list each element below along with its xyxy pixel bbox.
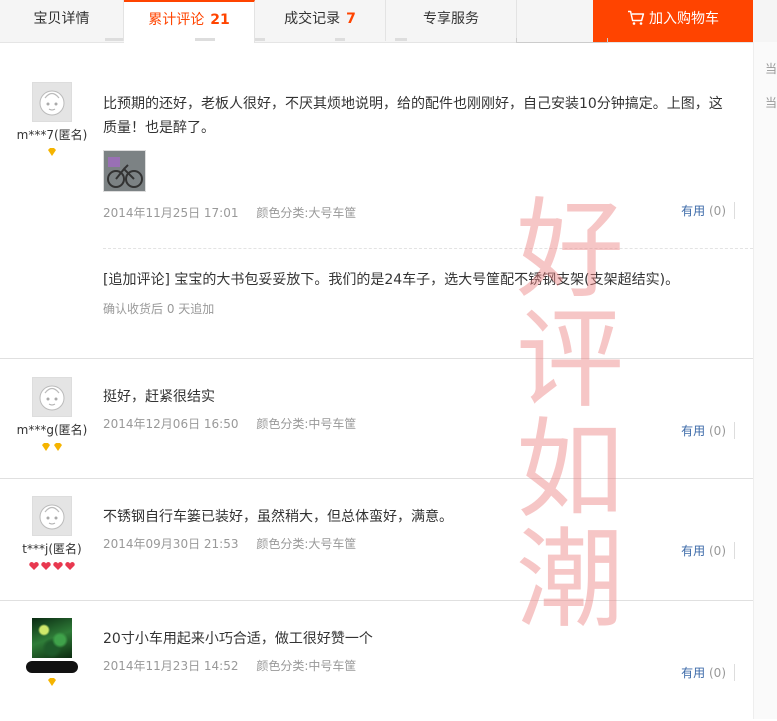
review-photo-thumbnail[interactable] [103, 150, 146, 192]
tab-services[interactable]: 专享服务 [386, 0, 517, 41]
append-content: [追加评论] 宝宝的大书包妥妥放下。我们的是24车子，选大号筐配不锈钢支架(支架… [103, 272, 680, 288]
review-meta: 2014年09月30日 21:53 颜色分类:大号车筐 [103, 535, 733, 552]
review-date: 2014年09月30日 21:53 [103, 537, 239, 551]
cart-icon [628, 10, 645, 25]
transaction-count: 7 [346, 11, 356, 27]
buyer-rank [0, 146, 104, 156]
avatar[interactable] [32, 82, 72, 122]
bicycle-photo-icon [104, 151, 145, 191]
review-sku: 颜色分类:大号车筐 [256, 206, 357, 220]
useful-count: (0) [709, 424, 726, 438]
review-author: m***7(匿名) [0, 82, 104, 156]
buyer-rank [0, 676, 104, 686]
red-heart-icon [29, 562, 39, 570]
append-meta: 确认收货后 0 天追加 [103, 302, 215, 316]
append-review: [追加评论] 宝宝的大书包妥妥放下。我们的是24车子，选大号筐配不锈钢支架(支架… [103, 268, 733, 317]
review-item: t***j(匿名) 不锈钢自行车篓已装好，虽然稍大，但总体蛮好，满意。 2014… [0, 479, 753, 601]
review-date: 2014年11月25日 17:01 [103, 206, 239, 220]
username: m***g(匿名) [16, 423, 88, 437]
tab-label: 成交记录 [284, 11, 341, 27]
tab-label: 宝贝详情 [33, 11, 90, 27]
review-sku: 颜色分类:大号车筐 [256, 537, 357, 551]
yellow-diamond-icon [54, 443, 62, 451]
side-text: 当 [765, 62, 777, 76]
useful-count: (0) [709, 544, 726, 558]
filter-fragment [195, 38, 215, 41]
detail-tab-bar: 宝贝详情 累计评论 21 成交记录 7 专享服务 加入购物车 [0, 0, 777, 43]
default-avatar-icon [39, 385, 65, 411]
review-author [0, 618, 104, 686]
review-content: 不锈钢自行车篓已装好，虽然稍大，但总体蛮好，满意。 [103, 509, 453, 525]
review-meta: 2014年12月06日 16:50 颜色分类:中号车筐 [103, 415, 733, 432]
review-sku: 颜色分类:中号车筐 [256, 659, 357, 673]
side-column: 当 当 [753, 42, 777, 719]
default-avatar-icon [39, 504, 65, 530]
redacted-username [26, 661, 78, 673]
default-avatar-icon [39, 90, 65, 116]
cart-button-label: 加入购物车 [649, 11, 719, 27]
yellow-diamond-icon [48, 148, 56, 156]
review-meta: 2014年11月25日 17:01 颜色分类:大号车筐 [103, 204, 733, 221]
filter-fragment [105, 38, 123, 41]
add-to-cart-button[interactable]: 加入购物车 [593, 0, 753, 42]
red-heart-icon [53, 562, 63, 570]
username: m***7(匿名) [16, 128, 88, 142]
avatar[interactable] [32, 496, 72, 536]
review-body: 20寸小车用起来小巧合适，做工很好赞一个 2014年11月23日 14:52 颜… [103, 627, 733, 674]
review-count: 21 [210, 12, 230, 28]
useful-count: (0) [709, 204, 726, 218]
review-date: 2014年12月06日 16:50 [103, 417, 239, 431]
avatar[interactable] [32, 618, 72, 658]
useful-label: 有用 [681, 204, 706, 218]
review-content: 20寸小车用起来小巧合适，做工很好赞一个 [103, 631, 373, 647]
filter-fragment [335, 38, 345, 41]
filter-fragment [255, 38, 265, 41]
review-meta: 2014年11月23日 14:52 颜色分类:中号车筐 [103, 657, 733, 674]
side-text: 当 [765, 96, 777, 110]
useful-button[interactable]: 有用 (0) [681, 664, 735, 681]
review-content: 比预期的还好，老板人很好，不厌其烦地说明，给的配件也刚刚好，自己安装10分钟搞定… [103, 96, 723, 136]
review-item: m***7(匿名) 比预期的还好，老板人很好，不厌其烦地说明，给的配件也刚刚好，… [0, 62, 753, 359]
review-author: t***j(匿名) [0, 496, 104, 570]
buyer-rank [0, 560, 104, 570]
username: t***j(匿名) [22, 542, 82, 556]
useful-button[interactable]: 有用 (0) [681, 422, 735, 439]
review-item: m***g(匿名) 挺好，赶紧很结实 2014年12月06日 16:50 颜色分… [0, 359, 753, 479]
red-heart-icon [41, 562, 51, 570]
yellow-diamond-icon [42, 443, 50, 451]
useful-label: 有用 [681, 544, 706, 558]
tab-label: 专享服务 [423, 11, 479, 27]
review-list: m***7(匿名) 比预期的还好，老板人很好，不厌其烦地说明，给的配件也刚刚好，… [0, 62, 753, 721]
useful-count: (0) [709, 666, 726, 680]
review-body: 挺好，赶紧很结实 2014年12月06日 16:50 颜色分类:中号车筐 [103, 385, 733, 432]
review-sku: 颜色分类:中号车筐 [256, 417, 357, 431]
review-content: 挺好，赶紧很结实 [103, 389, 215, 405]
buyer-rank [0, 441, 104, 451]
tab-item-details[interactable]: 宝贝详情 [0, 0, 124, 41]
review-author: m***g(匿名) [0, 377, 104, 451]
red-heart-icon [65, 562, 75, 570]
useful-button[interactable]: 有用 (0) [681, 202, 735, 219]
avatar[interactable] [32, 377, 72, 417]
append-divider [103, 248, 753, 249]
tab-label: 累计评论 [148, 12, 205, 28]
useful-label: 有用 [681, 424, 706, 438]
sort-select-fragment[interactable] [516, 38, 608, 43]
yellow-diamond-icon [48, 678, 56, 686]
review-date: 2014年11月23日 14:52 [103, 659, 239, 673]
useful-button[interactable]: 有用 (0) [681, 542, 735, 559]
filter-fragment [395, 38, 407, 41]
review-body: 比预期的还好，老板人很好，不厌其烦地说明，给的配件也刚刚好，自己安装10分钟搞定… [103, 92, 733, 221]
review-body: 不锈钢自行车篓已装好，虽然稍大，但总体蛮好，满意。 2014年09月30日 21… [103, 505, 733, 552]
tab-reviews[interactable]: 累计评论 21 [124, 0, 255, 43]
tab-transactions[interactable]: 成交记录 7 [255, 0, 386, 41]
useful-label: 有用 [681, 666, 706, 680]
review-item: 20寸小车用起来小巧合适，做工很好赞一个 2014年11月23日 14:52 颜… [0, 601, 753, 721]
